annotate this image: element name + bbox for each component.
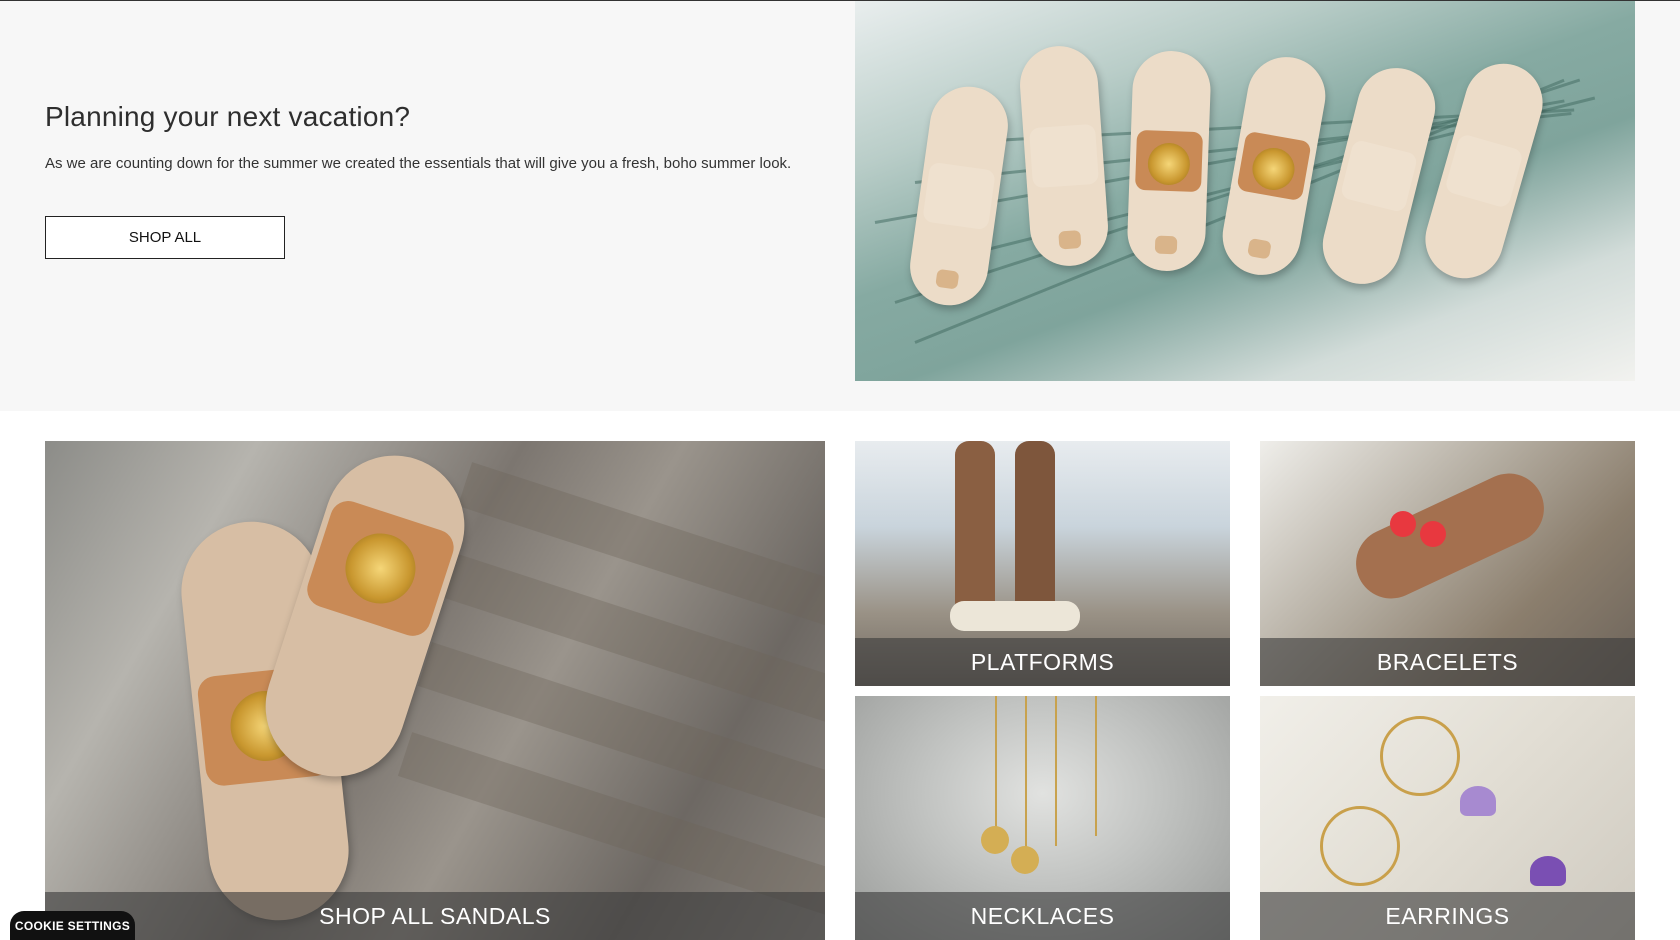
category-label-earrings: EARRINGS — [1260, 892, 1635, 940]
category-tile-earrings[interactable]: EARRINGS — [1260, 696, 1635, 940]
category-tile-sandals[interactable]: SHOP ALL SANDALS — [45, 441, 825, 940]
hero-title: Planning your next vacation? — [45, 101, 411, 132]
hero-description: As we are counting down for the summer w… — [45, 155, 792, 172]
category-tile-necklaces[interactable]: NECKLACES — [855, 696, 1230, 940]
category-label-necklaces: NECKLACES — [855, 892, 1230, 940]
category-tile-bracelets[interactable]: BRACELETS — [1260, 441, 1635, 686]
category-tile-platforms[interactable]: PLATFORMS — [855, 441, 1230, 686]
category-label-platforms: PLATFORMS — [855, 638, 1230, 686]
shop-all-button[interactable]: SHOP ALL — [45, 216, 285, 259]
category-label-bracelets: BRACELETS — [1260, 638, 1635, 686]
cookie-settings-button[interactable]: COOKIE SETTINGS — [10, 911, 135, 940]
hero-section: Planning your next vacation? As we are c… — [0, 1, 1680, 411]
category-label-sandals: SHOP ALL SANDALS — [45, 892, 825, 940]
hero-sandals-image[interactable] — [855, 1, 1635, 381]
